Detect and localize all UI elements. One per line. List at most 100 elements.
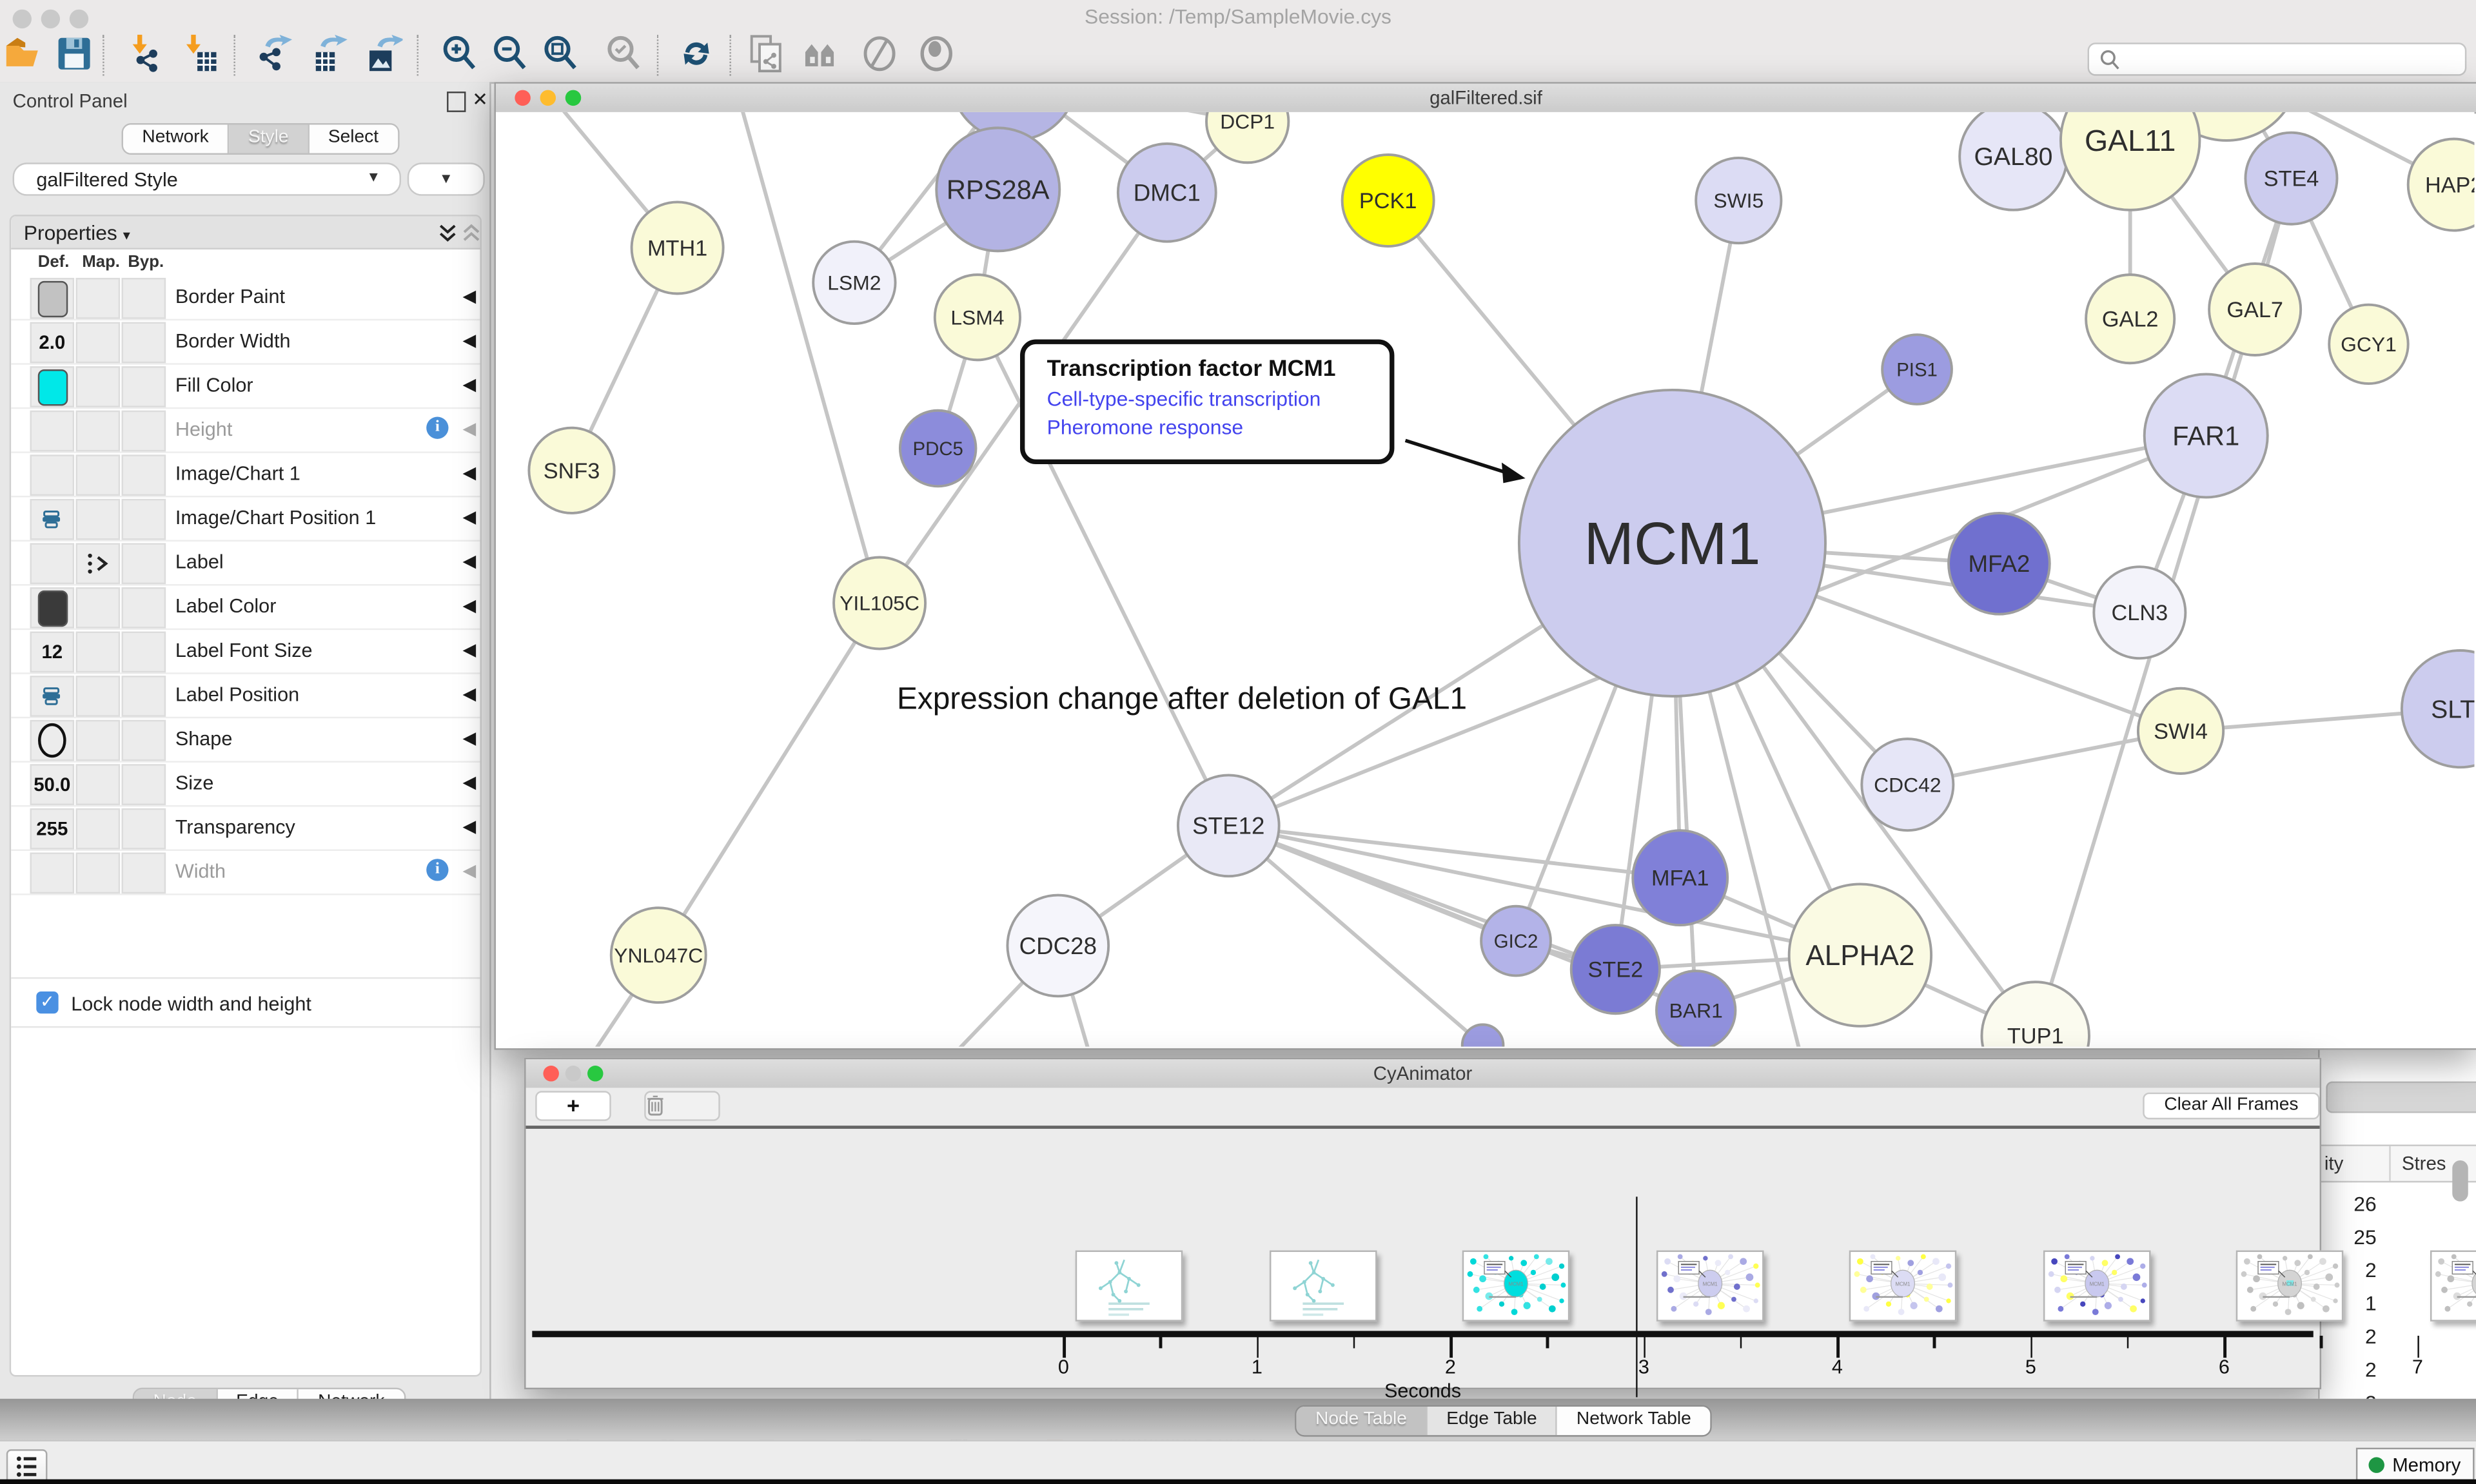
expand-property-icon[interactable]: ◀: [463, 507, 477, 527]
add-frame-button[interactable]: +: [535, 1091, 611, 1121]
collapse-all-icon[interactable]: [461, 222, 482, 243]
tab-edge-table[interactable]: Edge Table: [1428, 1407, 1558, 1435]
info-icon[interactable]: i: [426, 859, 448, 881]
expand-property-icon[interactable]: ◀: [463, 861, 477, 881]
byp-cell[interactable]: [122, 543, 166, 584]
timeline[interactable]: MCM1MCM1MCM1MCM1MCM1MCM1 0123456789 Seco…: [526, 1129, 2320, 1333]
zoom-window-button[interactable]: [70, 10, 88, 28]
open-folder-icon[interactable]: [3, 33, 44, 74]
def-cell[interactable]: 2.0: [30, 322, 75, 364]
zoom-in-icon[interactable]: [439, 33, 480, 74]
table-column-stress[interactable]: Stres: [2402, 1153, 2446, 1175]
edge-T2-YIL105C[interactable]: [720, 112, 879, 603]
expand-property-icon[interactable]: ◀: [463, 728, 477, 748]
frame-thumbnail-2[interactable]: MCM1: [1462, 1251, 1570, 1322]
def-cell[interactable]: [30, 499, 75, 540]
map-cell[interactable]: [76, 411, 121, 452]
property-row-transparency[interactable]: 255Transparency◀: [11, 805, 480, 851]
edge-YNL047C-YIL105C[interactable]: [658, 603, 879, 955]
tab-network-table[interactable]: Network Table: [1557, 1407, 1710, 1435]
copy-document-icon[interactable]: [745, 33, 787, 74]
byp-cell[interactable]: [122, 499, 166, 540]
expand-property-icon[interactable]: ◀: [463, 463, 477, 483]
byp-cell[interactable]: [122, 676, 166, 717]
def-cell[interactable]: [30, 454, 75, 496]
property-row-image-chart-1[interactable]: Image/Chart 1◀: [11, 451, 480, 497]
expand-property-icon[interactable]: ◀: [463, 374, 477, 395]
frame-thumbnail-0[interactable]: [1076, 1251, 1183, 1322]
property-row-size[interactable]: 50.0Size◀: [11, 761, 480, 806]
def-cell[interactable]: 12: [30, 632, 75, 673]
def-cell[interactable]: [30, 543, 75, 584]
def-cell[interactable]: [30, 366, 75, 407]
map-cell[interactable]: [76, 278, 121, 319]
annotation-link-2[interactable]: Pheromone response: [1047, 415, 1390, 439]
show-details-icon[interactable]: [916, 33, 957, 74]
frame-thumbnail-5[interactable]: MCM1: [2043, 1251, 2150, 1322]
map-cell[interactable]: [76, 499, 121, 540]
map-cell[interactable]: [76, 587, 121, 629]
expand-property-icon[interactable]: ◀: [463, 595, 477, 616]
search-network-icon[interactable]: [801, 33, 842, 74]
frame-thumbnail-4[interactable]: MCM1: [1849, 1251, 1957, 1322]
property-row-border-paint[interactable]: Border Paint◀: [11, 275, 480, 320]
map-cell[interactable]: [76, 454, 121, 496]
property-row-label-color[interactable]: Label Color◀: [11, 584, 480, 630]
lock-size-checkbox[interactable]: ✓: [36, 991, 58, 1013]
expand-property-icon[interactable]: ◀: [463, 551, 477, 572]
cyanimator-titlebar[interactable]: CyAnimator: [526, 1059, 2320, 1089]
export-image-icon[interactable]: [362, 33, 403, 74]
style-selector[interactable]: galFiltered Style ▼: [13, 162, 401, 195]
def-cell[interactable]: 255: [30, 808, 75, 850]
map-cell[interactable]: [76, 543, 121, 584]
save-icon[interactable]: [54, 33, 95, 74]
annotation-box[interactable]: Transcription factor MCM1 Cell-type-spec…: [1020, 340, 1394, 464]
frame-thumbnail-3[interactable]: MCM1: [1656, 1251, 1764, 1322]
table-scrollbar[interactable]: [2452, 1160, 2468, 1202]
info-icon[interactable]: i: [426, 417, 448, 439]
byp-cell[interactable]: [122, 411, 166, 452]
byp-cell[interactable]: [122, 322, 166, 364]
byp-cell[interactable]: [122, 278, 166, 319]
minimize-window-button[interactable]: [41, 10, 60, 28]
delete-frame-button[interactable]: [644, 1091, 720, 1121]
def-cell[interactable]: [30, 587, 75, 629]
property-row-border-width[interactable]: 2.0Border Width◀: [11, 319, 480, 365]
def-cell[interactable]: 50.0: [30, 764, 75, 805]
byp-cell[interactable]: [122, 808, 166, 850]
hide-details-icon[interactable]: [859, 33, 900, 74]
property-row-width[interactable]: Widthi◀: [11, 850, 480, 895]
map-cell[interactable]: [76, 632, 121, 673]
tab-style[interactable]: Style: [230, 124, 310, 153]
byp-cell[interactable]: [122, 852, 166, 893]
export-network-icon[interactable]: [253, 33, 294, 74]
expand-property-icon[interactable]: ◀: [463, 772, 477, 793]
property-row-fill-color[interactable]: Fill Color◀: [11, 363, 480, 409]
map-cell[interactable]: [76, 366, 121, 407]
frame-thumbnail-1[interactable]: [1269, 1251, 1377, 1322]
search-input[interactable]: [2088, 43, 2467, 75]
close-window-button[interactable]: [13, 10, 32, 28]
tab-node-table[interactable]: Node Table: [1297, 1407, 1428, 1435]
expression-annotation[interactable]: Expression change after deletion of GAL1: [897, 682, 1467, 718]
zoom-out-icon[interactable]: [489, 33, 531, 74]
import-table-icon[interactable]: [180, 33, 221, 74]
property-row-label-font-size[interactable]: 12Label Font Size◀: [11, 629, 480, 674]
byp-cell[interactable]: [122, 366, 166, 407]
export-table-icon[interactable]: [308, 33, 349, 74]
import-network-icon[interactable]: [126, 33, 168, 74]
style-options-button[interactable]: ▼: [408, 162, 485, 195]
node-PCUT[interactable]: [1462, 1024, 1504, 1046]
def-cell[interactable]: [30, 676, 75, 717]
expand-property-icon[interactable]: ◀: [463, 683, 477, 704]
expand-all-icon[interactable]: [437, 222, 458, 243]
expand-property-icon[interactable]: ◀: [463, 816, 477, 837]
byp-cell[interactable]: [122, 587, 166, 629]
zoom-selected-icon[interactable]: [604, 33, 645, 74]
network-canvas[interactable]: DCP1RPS28ADMC1PCK1MTH1LSM2LSM4SWI5GAL80G…: [496, 112, 2475, 1047]
properties-header[interactable]: Properties ▾: [11, 217, 480, 249]
map-cell[interactable]: [76, 322, 121, 364]
def-cell[interactable]: [30, 720, 75, 761]
map-cell[interactable]: [76, 852, 121, 893]
property-row-height[interactable]: Heighti◀: [11, 407, 480, 453]
